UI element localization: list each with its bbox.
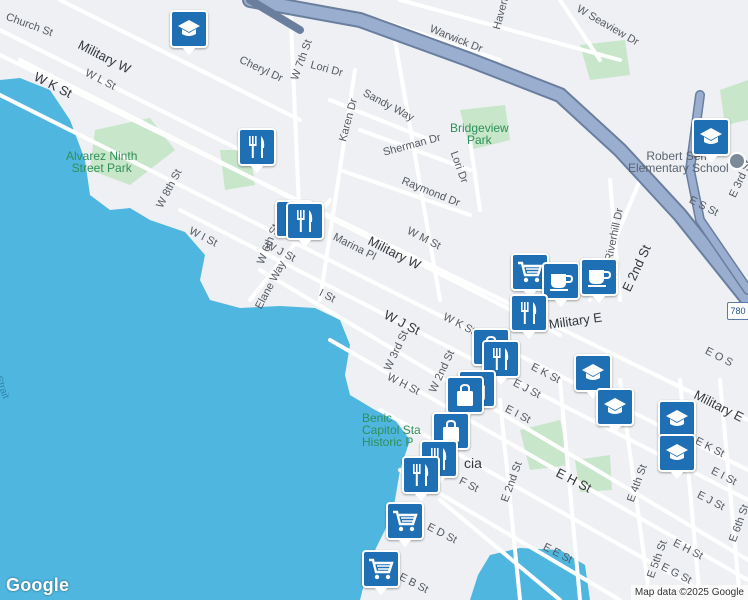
poi-pin[interactable] [658,434,696,479]
restaurant-icon [517,300,541,326]
school-icon [177,18,201,40]
map-canvas[interactable]: Church St Military W W K St W L St Chery… [0,0,748,600]
restaurant-icon [489,346,513,372]
poi-pin[interactable] [170,10,208,55]
google-logo: Google [6,575,70,595]
school-icon [665,442,689,464]
poi-pin[interactable] [510,294,548,339]
restaurant-icon [293,208,317,234]
park-label: Bridgeview Park [450,121,509,147]
shopping-cart-icon [517,260,543,284]
restaurant-icon [245,134,269,160]
poi-pin[interactable] [580,258,618,303]
poi-pin[interactable] [446,376,484,421]
poi-pin[interactable] [286,202,324,247]
poi-pin[interactable] [658,400,696,445]
school-icon [699,126,723,148]
park-label: Alvarez Ninth Street Park [66,149,138,175]
school-icon [603,396,627,418]
poi-pin[interactable] [692,118,730,163]
historic-park-label: Benic Capitol Sta Historic P [362,411,421,449]
pin-marker-icon [728,152,746,170]
poi-pin[interactable] [542,262,580,307]
poi-pin[interactable] [386,502,424,547]
poi-pin[interactable] [362,550,400,595]
poi-pin[interactable] [596,388,634,433]
poi-pin[interactable] [238,128,276,173]
map-attribution[interactable]: Map data ©2025 Google [630,585,748,600]
poi-pin[interactable] [574,354,612,399]
restaurant-icon [409,462,433,488]
shopping-bag-icon [454,383,476,407]
school-icon [665,408,689,430]
coffee-icon [548,270,574,292]
shopping-cart-icon [368,557,394,581]
poi-pin[interactable] [402,456,440,501]
school-icon [581,362,605,384]
shopping-cart-icon [392,509,418,533]
highway-shield: 780 [727,302,748,320]
city-label: cia [464,455,482,471]
coffee-icon [586,266,612,288]
